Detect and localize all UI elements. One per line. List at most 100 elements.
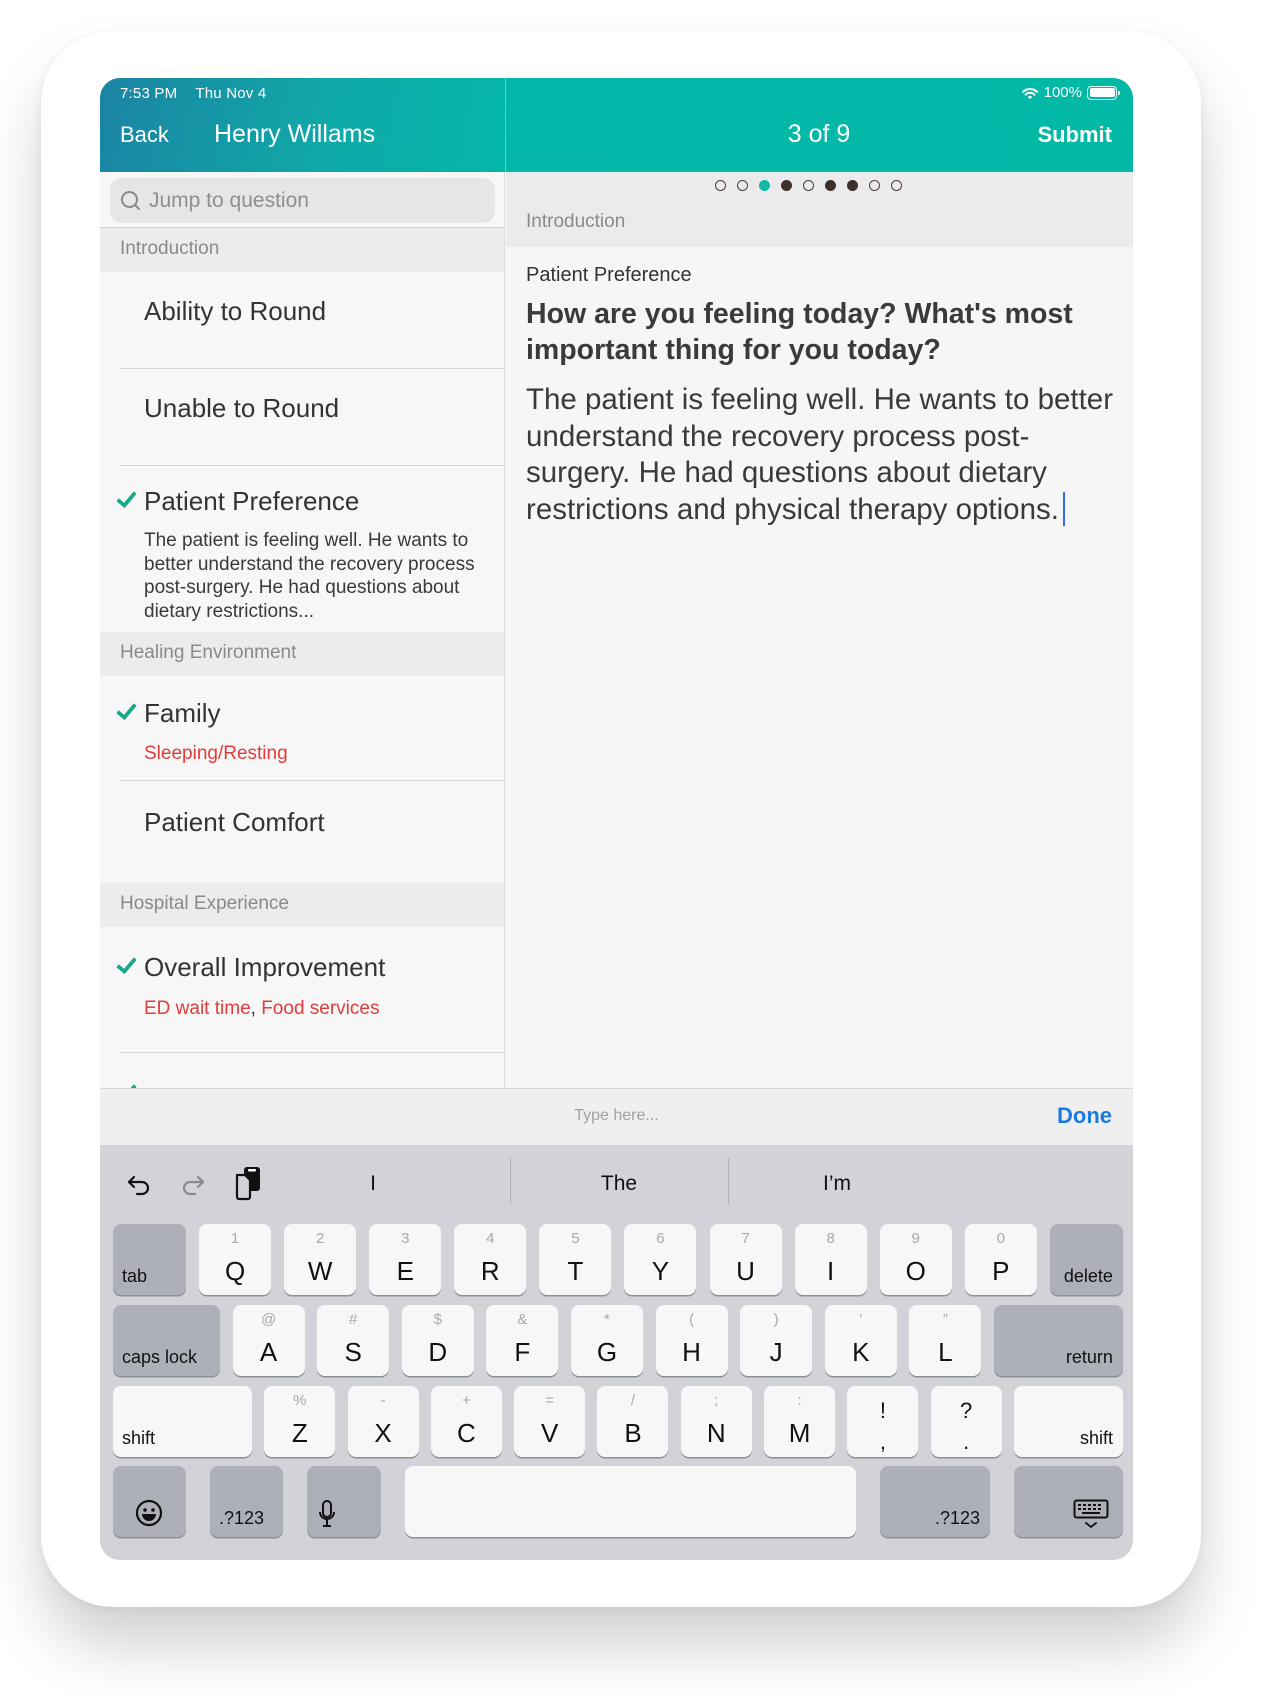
patient-name: Henry Willams bbox=[214, 120, 376, 148]
delete-key[interactable]: delete bbox=[1049, 1224, 1123, 1295]
emoji-key[interactable] bbox=[113, 1466, 186, 1537]
numbers-key-right[interactable]: .?123 bbox=[880, 1466, 990, 1537]
shift-left-key[interactable]: shift bbox=[113, 1386, 252, 1457]
key-period[interactable]: ?. bbox=[930, 1386, 1002, 1457]
key-w[interactable]: 2W bbox=[284, 1224, 357, 1295]
key-c[interactable]: + C bbox=[430, 1386, 502, 1457]
key-e[interactable]: 3E bbox=[369, 1224, 442, 1295]
key-d[interactable]: $ D bbox=[401, 1305, 474, 1376]
key-main-label: S bbox=[344, 1337, 362, 1367]
key-m[interactable]: :M bbox=[764, 1386, 836, 1457]
key-t[interactable]: 5T bbox=[539, 1224, 612, 1295]
key-g[interactable]: * G bbox=[570, 1305, 643, 1376]
key-s[interactable]: # S bbox=[317, 1305, 390, 1376]
dictation-key[interactable] bbox=[307, 1466, 381, 1537]
back-button[interactable]: Back bbox=[120, 122, 169, 148]
page-dot-3[interactable] bbox=[759, 180, 770, 191]
key-main-label: Y bbox=[651, 1256, 670, 1286]
key-alt-label: ! bbox=[879, 1398, 886, 1423]
list-item-ability-to-round[interactable]: Ability to Round bbox=[100, 272, 504, 367]
tag-food-services[interactable]: Food services bbox=[261, 998, 379, 1019]
key-alt-label: 6 bbox=[656, 1230, 665, 1247]
key-main-label: P bbox=[992, 1256, 1010, 1286]
dismiss-keyboard-key[interactable] bbox=[1014, 1466, 1123, 1537]
key-main-label: N bbox=[706, 1418, 726, 1448]
key-k[interactable]: ’ K bbox=[824, 1305, 897, 1376]
key-a[interactable]: @ A bbox=[232, 1305, 305, 1376]
jump-to-question-search[interactable] bbox=[110, 178, 495, 223]
microphone-icon bbox=[319, 1500, 335, 1527]
list-item-unable-to-round[interactable]: Unable to Round bbox=[100, 369, 504, 464]
key-label: caps lock bbox=[122, 1347, 198, 1367]
suggestion-3[interactable]: I’m bbox=[728, 1158, 946, 1210]
item-title: Overall Improvement bbox=[144, 952, 386, 982]
key-main-label: G bbox=[596, 1337, 618, 1367]
done-button[interactable]: Done bbox=[1057, 1103, 1112, 1129]
list-item-family[interactable]: Family Sleeping/Resting bbox=[100, 676, 504, 780]
list-item-partially-hidden[interactable] bbox=[100, 1053, 504, 1088]
page-dot-9[interactable] bbox=[891, 180, 902, 191]
key-r[interactable]: 4R bbox=[454, 1224, 527, 1295]
key-y[interactable]: 6Y bbox=[624, 1224, 697, 1295]
key-f[interactable]: & F bbox=[486, 1305, 559, 1376]
page-dot-6[interactable] bbox=[825, 180, 836, 191]
redo-icon[interactable] bbox=[177, 1169, 207, 1199]
key-alt-label: 2 bbox=[315, 1230, 325, 1247]
list-item-patient-preference[interactable]: Patient Preference The patient is feelin… bbox=[100, 466, 504, 632]
submit-button[interactable]: Submit bbox=[1037, 122, 1112, 148]
key-v[interactable]: = V bbox=[514, 1386, 586, 1457]
key-alt-label: ) bbox=[773, 1311, 779, 1328]
key-l[interactable]: ” L bbox=[909, 1305, 982, 1376]
wifi-icon bbox=[1021, 87, 1038, 99]
key-comma[interactable]: !, bbox=[847, 1386, 919, 1457]
section-header-hospital-experience: Hospital Experience bbox=[100, 883, 504, 927]
page-dot-2[interactable] bbox=[737, 180, 748, 191]
key-x[interactable]: -X bbox=[347, 1386, 419, 1457]
tag-ed-wait-time[interactable]: ED wait time bbox=[144, 998, 251, 1019]
emoji-icon bbox=[135, 1499, 163, 1527]
caps-lock-key[interactable]: caps lock bbox=[113, 1305, 220, 1376]
key-label: return bbox=[1065, 1347, 1113, 1367]
key-i[interactable]: 8I bbox=[794, 1224, 867, 1295]
keyboard-accessory-bar: Type here... Done bbox=[100, 1088, 1133, 1145]
item-summary: The patient is feeling well. He wants to… bbox=[144, 530, 475, 622]
key-j[interactable]: ) J bbox=[740, 1305, 813, 1376]
tab-key[interactable]: tab bbox=[113, 1224, 186, 1295]
search-input[interactable] bbox=[149, 188, 469, 213]
key-h[interactable]: (H bbox=[655, 1305, 728, 1376]
space-bar[interactable] bbox=[405, 1466, 856, 1537]
page-dot-5[interactable] bbox=[803, 180, 814, 191]
list-item-overall-improvement[interactable]: Overall Improvement ED wait time, Food s… bbox=[100, 927, 504, 1031]
key-o[interactable]: 9O bbox=[879, 1224, 952, 1295]
tag-sleeping-resting[interactable]: Sleeping/Resting bbox=[144, 743, 288, 764]
keyboard-row-3: shift % Z - X + C = V / B; N: M!,?. shift bbox=[113, 1386, 1123, 1457]
undo-icon[interactable] bbox=[125, 1169, 155, 1199]
answer-text-area[interactable]: The patient is feeling well. He wants to… bbox=[526, 382, 1126, 528]
key-p[interactable]: 0P bbox=[964, 1224, 1037, 1295]
key-z[interactable]: % Z bbox=[264, 1386, 336, 1457]
suggestion-2[interactable]: The bbox=[510, 1158, 728, 1210]
key-label: .?123 bbox=[934, 1508, 980, 1528]
section-header-healing-environment: Healing Environment bbox=[100, 632, 504, 676]
suggestion-1[interactable]: I bbox=[264, 1158, 482, 1210]
list-item-patient-comfort[interactable]: Patient Comfort bbox=[100, 781, 504, 883]
page-dot-4[interactable] bbox=[781, 180, 792, 191]
numbers-key-left[interactable]: .?123 bbox=[210, 1466, 283, 1537]
return-key[interactable]: return bbox=[993, 1305, 1123, 1376]
key-b[interactable]: / B bbox=[597, 1386, 669, 1457]
type-here-placeholder[interactable]: Type here... bbox=[100, 1107, 1133, 1125]
page-dot-8[interactable] bbox=[869, 180, 880, 191]
key-main-label: , bbox=[879, 1429, 886, 1454]
tag-separator: , bbox=[250, 998, 262, 1019]
key-main-label: W bbox=[307, 1256, 333, 1286]
checkmark-icon bbox=[117, 698, 137, 720]
section-header-introduction: Introduction bbox=[100, 228, 504, 272]
page-dot-1[interactable] bbox=[715, 180, 726, 191]
key-u[interactable]: 7U bbox=[709, 1224, 782, 1295]
key-alt-label: ” bbox=[942, 1311, 948, 1328]
key-q[interactable]: 1Q bbox=[199, 1224, 272, 1295]
page-dot-7[interactable] bbox=[847, 180, 858, 191]
key-n[interactable]: ; N bbox=[680, 1386, 752, 1457]
paste-icon[interactable] bbox=[232, 1165, 264, 1201]
shift-right-key[interactable]: shift bbox=[1013, 1386, 1123, 1457]
